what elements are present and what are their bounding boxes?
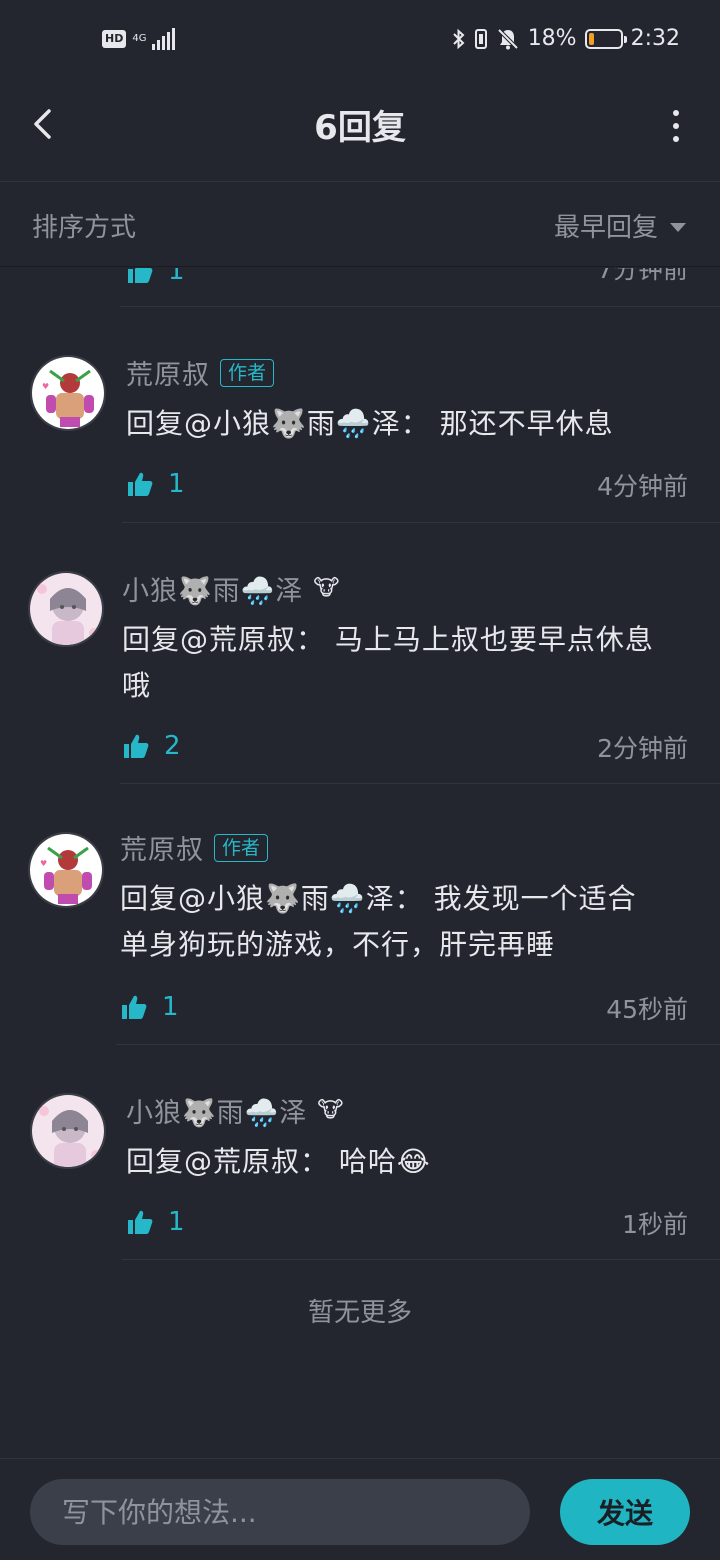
- avatar-image: [30, 573, 102, 645]
- reply-text-line: 回复@荒原叔： 哈哈😂: [126, 1145, 431, 1178]
- cow-badge-icon: 🐮: [313, 576, 340, 601]
- status-bar-right: 18% 2:32: [452, 26, 680, 51]
- reply-text-line: 单身狗玩的游戏，不行，肝完再睡: [120, 928, 556, 961]
- reply-item: ♥ 荒原叔 作者 回复@小狼🐺雨🌧️泽： 我发现一个适合 单身狗玩的游戏，不行，…: [0, 784, 720, 1044]
- hd-icon: HD: [102, 30, 127, 48]
- thumbs-up-icon: [128, 1210, 153, 1234]
- avatar-image: ♥: [30, 834, 102, 906]
- reply-time: 1秒前: [622, 1210, 688, 1239]
- reply-item: ♥ 荒原叔 作者 回复@小狼🐺雨🌧️泽： 那还不早休息 1 4分钟前: [0, 307, 720, 522]
- svg-text:♥: ♥: [40, 859, 47, 868]
- reply-time: 7分钟前: [597, 268, 688, 284]
- no-more-text: 暂无更多: [307, 1298, 412, 1328]
- like-button[interactable]: 1: [126, 1207, 185, 1237]
- reply-content[interactable]: 回复@小狼🐺雨🌧️泽： 我发现一个适合 单身狗玩的游戏，不行，肝完再睡: [120, 876, 637, 968]
- reply-header: 荒原叔 作者: [120, 828, 269, 867]
- sort-label: 排序方式: [32, 213, 137, 243]
- like-count: 1: [168, 268, 185, 286]
- dot: [673, 123, 679, 129]
- dot: [673, 110, 679, 116]
- battery-percent: 18%: [527, 26, 577, 51]
- reply-content[interactable]: 回复@荒原叔： 哈哈😂: [126, 1139, 431, 1185]
- dot: [673, 136, 679, 142]
- reply-text-line: 回复@荒原叔： 马上马上叔也要早点休息: [122, 623, 654, 656]
- sort-value-label: 最早回复: [553, 213, 658, 243]
- reply-content[interactable]: 回复@小狼🐺雨🌧️泽： 那还不早休息: [126, 401, 614, 447]
- avatar[interactable]: [28, 571, 104, 647]
- author-badge: 作者: [214, 833, 269, 862]
- like-count: 1: [168, 1207, 185, 1237]
- reply-text-line: 回复@小狼🐺雨🌧️泽： 那还不早休息: [126, 407, 614, 440]
- reply-time: 4分钟前: [597, 472, 688, 501]
- thumbs-up-icon: [128, 268, 153, 283]
- cow-badge-icon: 🐮: [317, 1098, 344, 1123]
- status-bar: HD 4G 18% 2:32: [0, 0, 720, 84]
- reply-list[interactable]: 1 7分钟前 ♥ 荒原叔 作者 回复@小狼🐺雨🌧️泽： 那还不早休息 1 4分钟…: [0, 268, 720, 1458]
- like-button[interactable]: 2: [122, 731, 181, 761]
- reply-header: 荒原叔 作者: [126, 353, 275, 392]
- mute-bell-icon: [497, 28, 519, 49]
- user-name[interactable]: 荒原叔: [120, 828, 204, 867]
- thumbs-up-icon: [122, 995, 147, 1019]
- sort-dropdown[interactable]: 最早回复: [554, 207, 686, 244]
- svg-text:♥: ♥: [42, 382, 49, 391]
- status-bar-left: HD 4G: [102, 28, 176, 50]
- battery-level: [588, 32, 594, 45]
- clock: 2:32: [630, 26, 680, 51]
- more-options-button[interactable]: [670, 110, 682, 142]
- avatar[interactable]: [30, 1093, 106, 1169]
- thumbs-up-icon: [128, 472, 153, 496]
- battery-icon: [584, 28, 627, 49]
- avatar[interactable]: ♥: [28, 832, 104, 908]
- signal-icon: [152, 28, 176, 50]
- avatar[interactable]: ♥: [30, 355, 106, 431]
- reply-header: 小狼🐺雨🌧️泽 🐮: [122, 569, 339, 608]
- user-name[interactable]: 小狼🐺雨🌧️泽: [126, 1091, 307, 1130]
- bluetooth-icon: [452, 28, 465, 49]
- reply-item: 小狼🐺雨🌧️泽 🐮 回复@荒原叔： 马上马上叔也要早点休息 哦 2 2分钟前: [0, 523, 720, 783]
- top-bar: 6回复: [0, 84, 720, 182]
- reply-item: 小狼🐺雨🌧️泽 🐮 回复@荒原叔： 哈哈😂 1 1秒前: [0, 1045, 720, 1259]
- network-type: 4G: [132, 33, 147, 44]
- comment-input[interactable]: [30, 1479, 530, 1545]
- like-button[interactable]: 1: [126, 469, 185, 499]
- reply-time: 45秒前: [606, 995, 688, 1024]
- avatar-image: ♥: [32, 357, 104, 429]
- vibrate-icon: [474, 28, 487, 49]
- user-name[interactable]: 小狼🐺雨🌧️泽: [122, 569, 303, 608]
- reply-content[interactable]: 回复@荒原叔： 马上马上叔也要早点休息 哦: [122, 617, 654, 709]
- avatar-image: [32, 1095, 104, 1167]
- like-button[interactable]: 1: [120, 992, 179, 1022]
- reply-text-line: 回复@小狼🐺雨🌧️泽： 我发现一个适合: [120, 882, 637, 915]
- reply-text-line: 哦: [122, 669, 152, 702]
- page-title: 6回复: [314, 108, 406, 148]
- like-count: 2: [164, 731, 181, 761]
- like-count: 1: [168, 469, 185, 499]
- like-count: 1: [162, 992, 179, 1022]
- reply-time: 2分钟前: [597, 734, 688, 763]
- divider: [122, 1259, 720, 1260]
- author-badge: 作者: [220, 358, 275, 387]
- user-name[interactable]: 荒原叔: [126, 353, 210, 392]
- reply-header: 小狼🐺雨🌧️泽 🐮: [126, 1091, 343, 1130]
- like-button[interactable]: 1: [126, 268, 185, 286]
- partial-reply-item: 1 7分钟前: [0, 268, 720, 308]
- thumbs-up-icon: [124, 734, 149, 758]
- sort-bar: 排序方式 最早回复: [0, 183, 720, 267]
- send-button[interactable]: 发送: [560, 1479, 690, 1545]
- comment-bar: 发送: [0, 1458, 720, 1560]
- caret-down-icon: [670, 223, 686, 232]
